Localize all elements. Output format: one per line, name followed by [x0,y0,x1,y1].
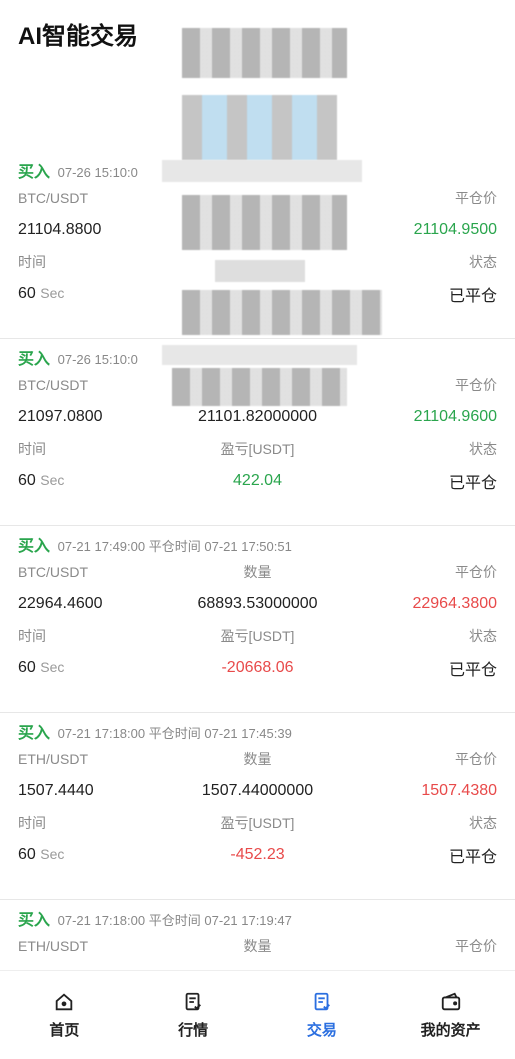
status-value: 已平仓 [449,475,498,492]
close-price: 21104.9600 [413,408,498,425]
open-time: 07-26 15:10:0 [57,352,138,367]
pnl-label: 盈亏[USDT] [220,441,295,457]
tab-label: 行情 [178,1021,209,1039]
open-price: 1507.4440 [18,782,94,799]
side-label: 买入 [18,912,51,929]
status-value: 已平仓 [449,662,498,679]
order-list[interactable]: 买入 07-26 15:10:0 BTC/USDT 平仓价 21104.8800… [0,152,515,970]
close-price: 1507.4380 [421,782,498,799]
order-header: 买入 07-21 17:18:00 平仓时间 07-21 17:19:47 [18,900,497,932]
close-time: 07-21 17:50:51 [204,539,292,554]
open-time: 07-21 17:18:00 [57,913,146,928]
pair-label: ETH/USDT [18,938,88,954]
close-time-prefix: 平仓时间 [148,539,201,554]
order-header: 买入 07-21 17:18:00 平仓时间 07-21 17:45:39 [18,713,497,745]
order-card[interactable]: 买入 07-26 15:10:0 BTC/USDT 平仓价 21097.0800… [0,339,515,526]
home-icon [56,992,73,1010]
order-header: 买入 07-26 15:10:0 [18,152,497,184]
status-value: 已平仓 [449,288,498,305]
open-price: 21097.0800 [18,408,103,425]
duration: 60 Sec [18,472,65,489]
quantity-value: 21101.82000000 [198,408,317,425]
pnl-label: 盈亏[USDT] [220,628,295,644]
close-time-prefix: 平仓时间 [148,913,201,928]
quantity-label: 数量 [243,564,272,580]
close-price: 21104.9500 [413,221,498,238]
close-price-label: 平仓价 [455,564,498,580]
close-price-label: 平仓价 [455,190,498,206]
close-time-prefix: 平仓时间 [148,726,201,741]
close-price: 22964.3800 [412,595,498,612]
pair-label: ETH/USDT [18,751,88,767]
status-label: 状态 [469,441,498,457]
order-card[interactable]: 买入 07-21 17:18:00 平仓时间 07-21 17:45:39 ET… [0,713,515,900]
duration: 60 Sec [18,846,65,863]
obscured-region [182,28,347,78]
close-time: 07-21 17:19:47 [204,913,292,928]
tab-label: 我的资产 [420,1021,481,1039]
side-label: 买入 [18,538,51,555]
pnl-label: 盈亏[USDT] [220,815,295,831]
order-header: 买入 07-21 17:49:00 平仓时间 07-21 17:50:51 [18,526,497,558]
quantity-value: 1507.44000000 [201,782,314,799]
obscured-region [182,95,337,160]
order-header: 买入 07-26 15:10:0 [18,339,497,371]
time-label: 时间 [18,815,46,831]
close-price-label: 平仓价 [455,377,498,393]
order-card[interactable]: 买入 07-26 15:10:0 BTC/USDT 平仓价 21104.8800… [0,152,515,339]
open-time: 07-21 17:18:00 [57,726,146,741]
status-value: 已平仓 [449,849,498,866]
duration: 60 Sec [18,659,65,676]
close-price-label: 平仓价 [455,938,498,954]
tab-label: 交易 [306,1021,337,1039]
pair-label: BTC/USDT [18,190,88,206]
pair-label: BTC/USDT [18,377,88,393]
page-title: AI智能交易 [18,23,138,50]
pnl-value: 422.04 [233,472,282,489]
tab-assets[interactable]: 我的资产 [386,971,515,1059]
wallet-icon [441,992,460,1010]
time-label: 时间 [18,441,46,457]
status-label: 状态 [469,815,498,831]
time-label: 时间 [18,254,46,270]
status-label: 状态 [469,254,498,270]
duration: 60 Sec [18,285,65,302]
side-label: 买入 [18,164,51,181]
tab-home[interactable]: 首页 [0,971,129,1059]
close-time: 07-21 17:45:39 [204,726,292,741]
close-price-label: 平仓价 [455,751,498,767]
status-label: 状态 [469,628,498,644]
tab-label: 首页 [49,1021,80,1039]
pnl-value: -452.23 [230,846,285,863]
trade-icon [314,992,330,1010]
open-price: 21104.8800 [18,221,102,238]
quantity-value: 68893.53000000 [197,595,318,612]
quantity-label: 数量 [243,938,272,954]
pair-label: BTC/USDT [18,564,88,580]
order-card[interactable]: 买入 07-21 17:49:00 平仓时间 07-21 17:50:51 BT… [0,526,515,713]
quantity-label: 数量 [243,751,272,767]
tab-trade[interactable]: 交易 [258,971,387,1059]
open-price: 22964.4600 [18,595,103,612]
tab-market[interactable]: 行情 [129,971,258,1059]
market-icon [185,992,202,1010]
order-card[interactable]: 买入 07-21 17:18:00 平仓时间 07-21 17:19:47 ET… [0,900,515,970]
side-label: 买入 [18,351,51,368]
bottom-tabbar: 首页 行情 交易 我的资产 [0,970,515,1059]
side-label: 买入 [18,725,51,742]
open-time: 07-21 17:49:00 [57,539,146,554]
open-time: 07-26 15:10:0 [57,165,138,180]
time-label: 时间 [18,628,46,644]
pnl-value: -20668.06 [221,659,294,676]
